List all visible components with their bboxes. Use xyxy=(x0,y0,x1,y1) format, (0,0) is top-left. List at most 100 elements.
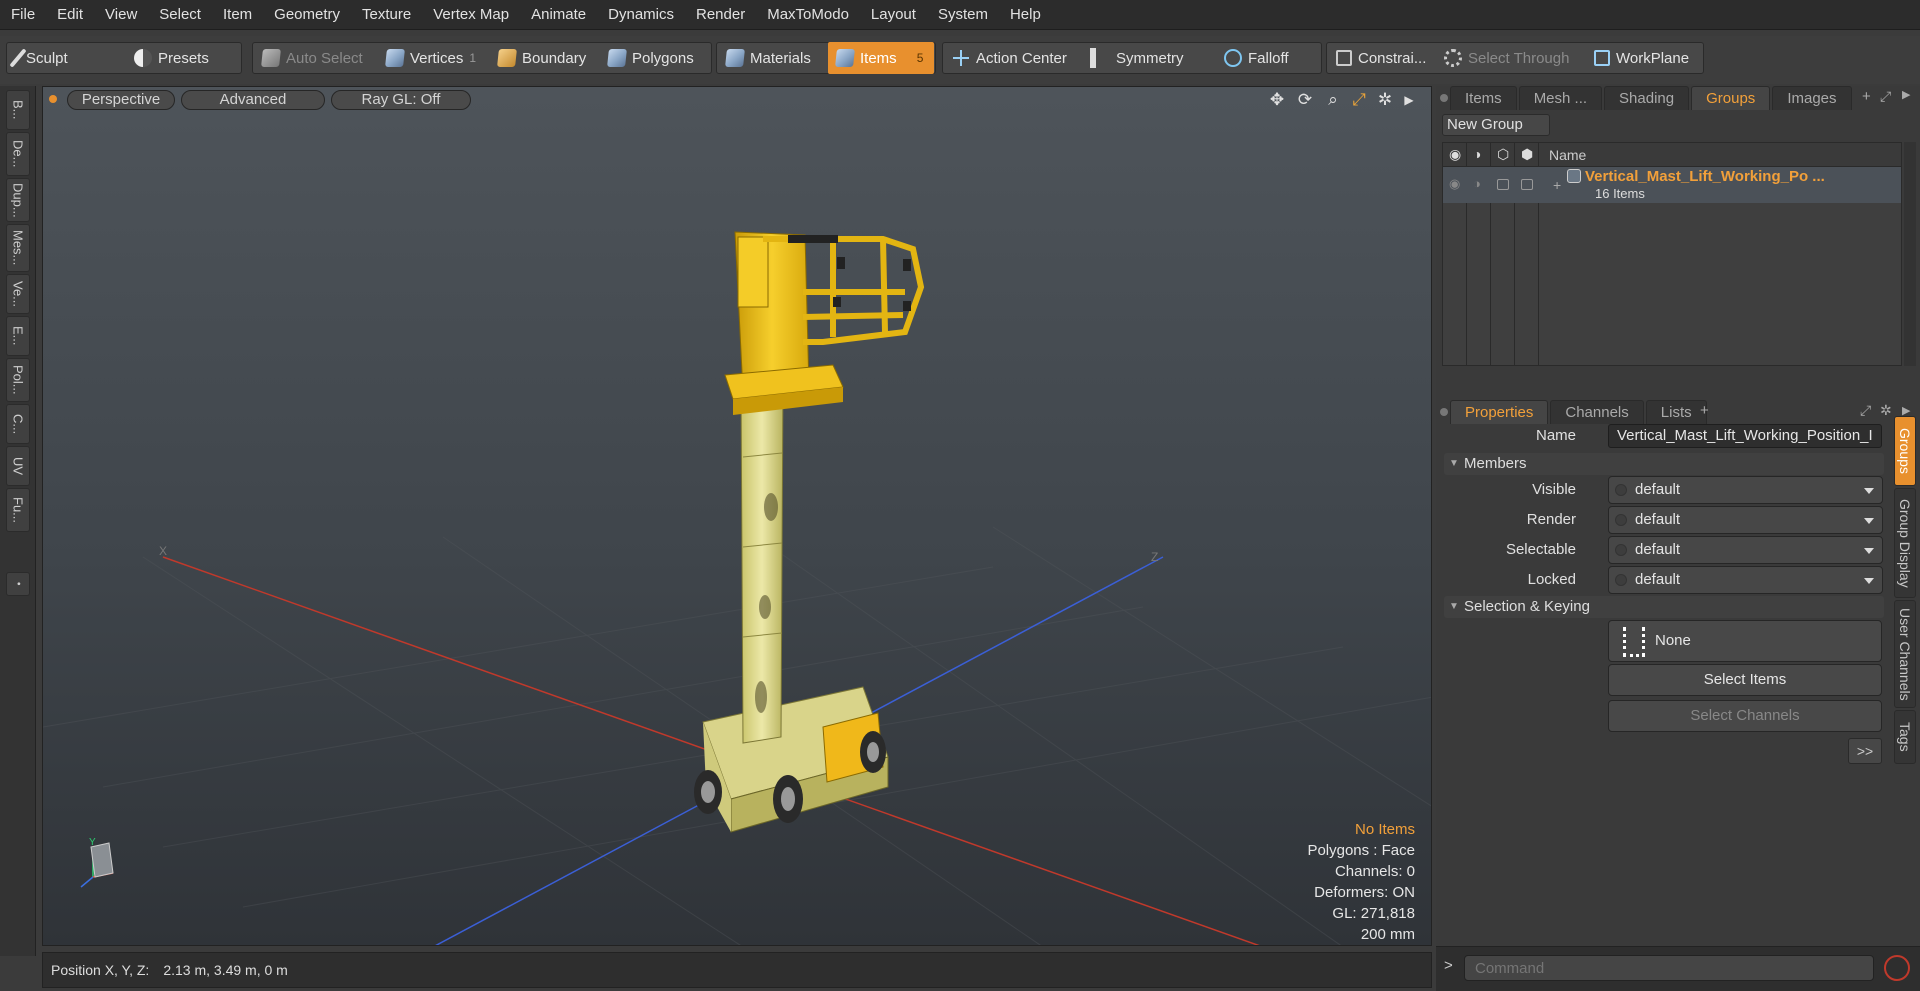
boundary-button[interactable]: Boundary xyxy=(490,42,600,74)
menu-item[interactable]: Item xyxy=(212,0,263,30)
groups-scrollbar[interactable] xyxy=(1904,142,1916,366)
keying-none-button[interactable]: None xyxy=(1608,620,1882,662)
menu-layout[interactable]: Layout xyxy=(860,0,927,30)
sculpt-button[interactable]: Sculpt xyxy=(8,42,120,74)
falloff-button[interactable]: Falloff xyxy=(1216,42,1320,74)
group-name[interactable]: Vertical_Mast_Lift_Working_Po ... xyxy=(1585,168,1825,185)
panel-menu-icon[interactable]: ▶ xyxy=(1902,88,1910,101)
row-eye-icon[interactable]: ◉ xyxy=(1449,176,1460,192)
items-button[interactable]: Items 5 xyxy=(828,42,934,74)
vertical-mast-lift-model xyxy=(694,231,925,833)
tab-items[interactable]: Items xyxy=(1450,86,1517,110)
left-tab-duplicate[interactable]: Dup... xyxy=(6,178,30,222)
workplane-icon xyxy=(1594,50,1610,66)
add-tab-icon[interactable]: + xyxy=(1862,88,1871,105)
menu-help[interactable]: Help xyxy=(999,0,1052,30)
expand-icon[interactable]: + xyxy=(1553,177,1561,193)
menu-maxtomodo[interactable]: MaxToModo xyxy=(756,0,860,30)
tab-properties[interactable]: Properties xyxy=(1450,400,1549,424)
left-tab-deform[interactable]: De... xyxy=(6,132,30,176)
menu-system[interactable]: System xyxy=(927,0,999,30)
row-lock-toggle[interactable] xyxy=(1497,179,1509,190)
tab-groups[interactable]: Groups xyxy=(1691,86,1771,110)
workplane-button[interactable]: WorkPlane xyxy=(1586,42,1702,74)
symmetry-button[interactable]: Symmetry xyxy=(1082,42,1212,74)
left-tool-tabs: B... De... Dup... Mes... Ve... E... Pol.… xyxy=(0,86,36,956)
more-button[interactable]: >> xyxy=(1848,738,1882,764)
left-tab-edge[interactable]: E... xyxy=(6,316,30,356)
menu-render[interactable]: Render xyxy=(685,0,756,30)
menu-bar: File Edit View Select Item Geometry Text… xyxy=(0,0,1920,30)
menu-edit[interactable]: Edit xyxy=(46,0,94,30)
3d-viewport[interactable]: Perspective Advanced Ray GL: Off ✥ ⟳ ⌕ ⤢… xyxy=(42,86,1432,946)
select-through-button[interactable]: Select Through xyxy=(1436,42,1586,74)
tab-channels[interactable]: Channels xyxy=(1550,400,1644,424)
constraints-button[interactable]: Constrai... xyxy=(1328,42,1440,74)
members-section[interactable]: Members xyxy=(1444,453,1884,475)
menu-texture[interactable]: Texture xyxy=(351,0,422,30)
row-select-toggle[interactable] xyxy=(1521,179,1533,190)
command-bar: > xyxy=(1436,946,1920,991)
add-properties-tab-icon[interactable]: + xyxy=(1700,402,1709,419)
polygons-button[interactable]: Polygons xyxy=(600,42,708,74)
name-field[interactable]: Vertical_Mast_Lift_Working_Position_I xyxy=(1608,424,1882,448)
selectable-dropdown[interactable]: default xyxy=(1608,536,1883,564)
keying-none-label: None xyxy=(1655,632,1691,649)
visible-dropdown[interactable]: default xyxy=(1608,476,1883,504)
eye-icon[interactable]: ◉ xyxy=(1449,146,1461,163)
select-channels-button[interactable]: Select Channels xyxy=(1608,700,1882,732)
tab-lists[interactable]: Lists xyxy=(1645,400,1707,424)
render-icon[interactable]: ◑ xyxy=(1473,146,1481,162)
left-tab-fusion[interactable]: Fu... xyxy=(6,488,30,532)
left-tab-extra[interactable]: • xyxy=(6,572,30,596)
tab-mesh[interactable]: Mesh ... xyxy=(1518,86,1603,110)
side-tab-group-display[interactable]: Group Display xyxy=(1894,488,1916,598)
vertices-button[interactable]: Vertices 1 xyxy=(378,42,490,74)
left-tab-label: Pol... xyxy=(10,365,26,395)
tab-images[interactable]: Images xyxy=(1772,86,1852,110)
locked-dropdown[interactable]: default xyxy=(1608,566,1883,594)
lock-icon[interactable]: ⬡ xyxy=(1497,146,1509,163)
menu-view[interactable]: View xyxy=(94,0,148,30)
left-tab-label: B... xyxy=(10,100,26,120)
side-tab-groups[interactable]: Groups xyxy=(1894,416,1916,486)
presets-button[interactable]: Presets xyxy=(126,42,236,74)
menu-animate[interactable]: Animate xyxy=(520,0,597,30)
name-column-header[interactable]: Name xyxy=(1549,147,1586,163)
auto-select-button[interactable]: Auto Select xyxy=(254,42,374,74)
left-tab-mesh[interactable]: Mes... xyxy=(6,224,30,272)
render-dropdown[interactable]: default xyxy=(1608,506,1883,534)
name-label: Name xyxy=(1535,427,1576,444)
row-render-icon[interactable]: ◑ xyxy=(1473,176,1481,191)
items-icon xyxy=(835,49,855,67)
locked-value: default xyxy=(1635,571,1681,588)
select-through-label: Select Through xyxy=(1468,49,1570,67)
menu-vertex-map[interactable]: Vertex Map xyxy=(422,0,520,30)
menu-select[interactable]: Select xyxy=(148,0,212,30)
group-row[interactable]: ◉ ◑ + Vertical_Mast_Lift_Working_Po ... … xyxy=(1443,167,1901,203)
materials-button[interactable]: Materials xyxy=(718,42,824,74)
properties-maximize-icon[interactable]: ⤢ xyxy=(1860,402,1871,419)
left-tab-vertex[interactable]: Ve... xyxy=(6,274,30,314)
record-icon[interactable] xyxy=(1884,955,1910,981)
menu-geometry[interactable]: Geometry xyxy=(263,0,351,30)
maximize-icon[interactable]: ⤢ xyxy=(1880,88,1891,105)
side-tab-tags[interactable]: Tags xyxy=(1894,710,1916,764)
properties-gear-icon[interactable]: ✲ xyxy=(1880,402,1892,419)
action-center-button[interactable]: Action Center xyxy=(944,42,1076,74)
tab-shading[interactable]: Shading xyxy=(1604,86,1690,110)
left-tab-polygon[interactable]: Pol... xyxy=(6,358,30,402)
side-tab-user-channels[interactable]: User Channels xyxy=(1894,600,1916,708)
selection-keying-section[interactable]: Selection & Keying xyxy=(1444,596,1884,618)
groups-list: ◉ ◑ ⬡ ⬢ Name ◉ ◑ + Vertical_Mast_Lift_Wo… xyxy=(1442,142,1902,366)
new-group-button[interactable]: New Group xyxy=(1442,114,1550,136)
select-items-button[interactable]: Select Items xyxy=(1608,664,1882,696)
left-tab-uv[interactable]: UV xyxy=(6,446,30,486)
menu-file[interactable]: File xyxy=(0,0,46,30)
selectable-icon[interactable]: ⬢ xyxy=(1521,146,1533,163)
left-tab-curve[interactable]: C... xyxy=(6,404,30,444)
selectable-dot xyxy=(1615,544,1627,556)
menu-dynamics[interactable]: Dynamics xyxy=(597,0,685,30)
command-input[interactable] xyxy=(1464,955,1874,981)
left-tab-basic[interactable]: B... xyxy=(6,90,30,130)
